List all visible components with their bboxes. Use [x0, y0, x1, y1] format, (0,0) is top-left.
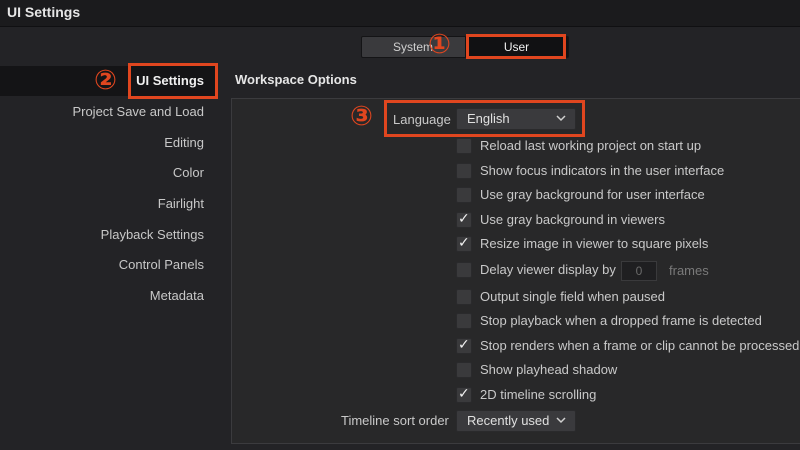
option-label: Stop renders when a frame or clip cannot…: [480, 338, 800, 353]
checkmark-icon: ✓: [458, 211, 470, 227]
option-label: Reload last working project on start up: [480, 138, 702, 153]
callout-box-language: [384, 100, 585, 137]
callout-number-1: ①: [428, 29, 451, 60]
option-label: Output single field when paused: [480, 289, 666, 304]
checkbox-show-playhead-shadow[interactable]: [456, 362, 472, 378]
sort-order-value: Recently used: [467, 413, 550, 428]
chevron-down-icon: [555, 412, 567, 431]
option-label: Resize image in viewer to square pixels: [480, 236, 709, 251]
option-label: Delay viewer display by: [480, 262, 616, 277]
sidebar-item-editing[interactable]: Editing: [164, 135, 204, 150]
checkbox-resize-square-pixels[interactable]: ✓: [456, 235, 472, 252]
sidebar-item-color[interactable]: Color: [173, 165, 204, 180]
frames-unit-label: frames: [669, 263, 709, 278]
title-bar: UI Settings: [0, 0, 800, 27]
option-label: 2D timeline scrolling: [480, 387, 597, 402]
checkmark-icon: ✓: [458, 386, 470, 402]
callout-box-ui-settings: [128, 63, 218, 99]
checkbox-gray-bg-ui[interactable]: [456, 187, 472, 203]
checkmark-icon: ✓: [458, 337, 470, 353]
workspace-options-title: Workspace Options: [235, 72, 357, 87]
option-label: Show playhead shadow: [480, 362, 618, 377]
checkbox-2d-timeline-scrolling[interactable]: ✓: [456, 386, 472, 403]
option-label: Stop playback when a dropped frame is de…: [480, 313, 762, 328]
checkbox-gray-bg-viewers[interactable]: ✓: [456, 211, 472, 228]
checkbox-stop-renders[interactable]: ✓: [456, 337, 472, 354]
checkbox-delay-viewer[interactable]: [456, 262, 472, 278]
callout-box-user-tab: [466, 34, 566, 59]
sidebar-item-control-panels[interactable]: Control Panels: [119, 257, 204, 272]
sidebar-item-fairlight[interactable]: Fairlight: [158, 196, 204, 211]
sidebar-item-metadata[interactable]: Metadata: [150, 288, 204, 303]
checkbox-stop-playback-dropped-frame[interactable]: [456, 313, 472, 329]
checkmark-icon: ✓: [458, 235, 470, 251]
checkbox-reload-project[interactable]: [456, 138, 472, 154]
sidebar-item-project-save-and-load[interactable]: Project Save and Load: [72, 104, 204, 119]
timeline-sort-order-dropdown[interactable]: Recently used: [456, 410, 576, 432]
option-label: Use gray background for user interface: [480, 187, 705, 202]
timeline-sort-order-label: Timeline sort order: [341, 413, 449, 428]
callout-number-2: ②: [94, 65, 117, 96]
callout-number-3: ③: [350, 101, 373, 132]
checkbox-output-single-field[interactable]: [456, 289, 472, 305]
delay-frames-input[interactable]: 0: [621, 261, 657, 281]
option-label: Show focus indicators in the user interf…: [480, 163, 725, 178]
option-label: Use gray background in viewers: [480, 212, 665, 227]
sidebar-item-playback-settings[interactable]: Playback Settings: [101, 227, 204, 242]
checkbox-show-focus-indicators[interactable]: [456, 163, 472, 179]
window-title: UI Settings: [7, 4, 81, 20]
